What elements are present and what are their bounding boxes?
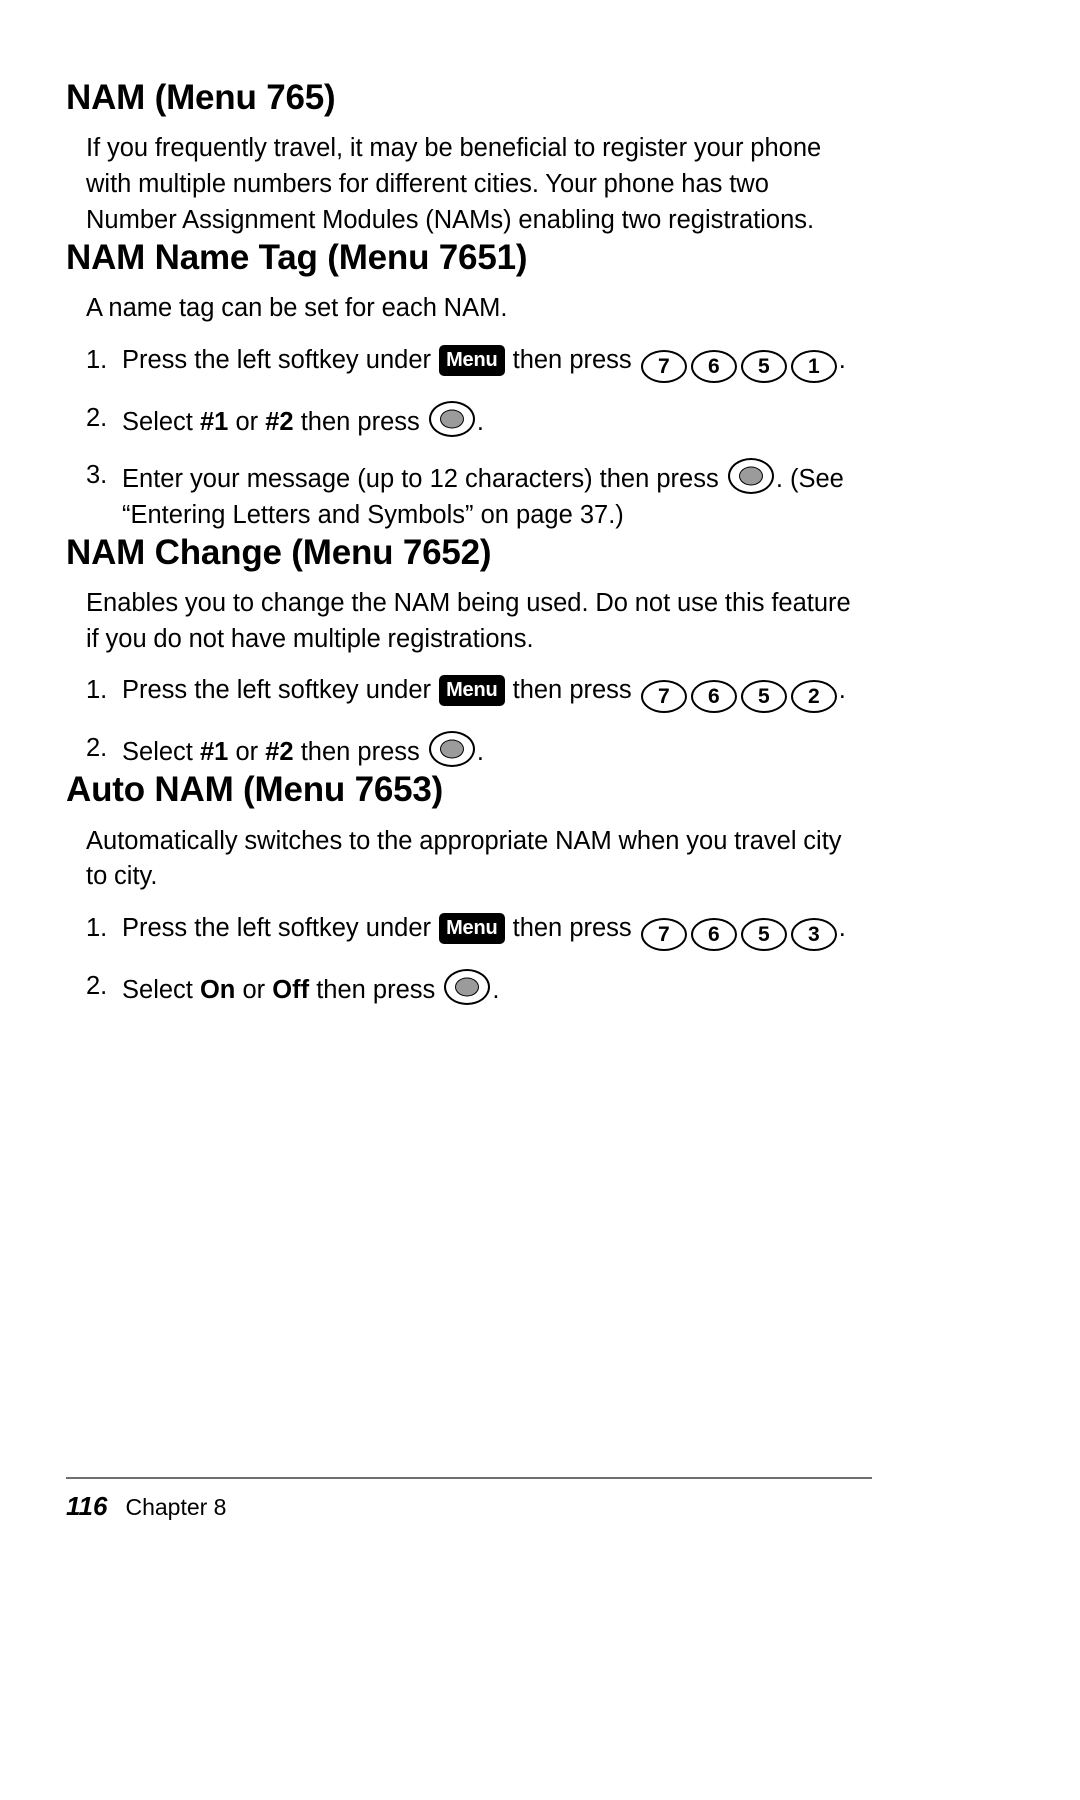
list-item: 1. Press the left softkey under Menu the…	[66, 343, 866, 384]
step-conjunction: or	[242, 976, 266, 1004]
step-number: 2.	[86, 734, 108, 763]
step-text-post: .	[492, 976, 500, 1004]
keypad-key-icon: 7	[640, 918, 687, 951]
step-text-pre: Press the left softkey under	[122, 346, 431, 375]
step-text-continued: “Entering Letters and Symbols” on page 3…	[122, 500, 624, 529]
step-text-mid: then press	[512, 914, 632, 942]
list-item: 1. Press the left softkey under Menu the…	[66, 673, 866, 714]
step-text-pre: Press the left softkey under	[122, 676, 431, 705]
section-heading-nam-name-tag: NAM Name Tag (Menu 7651)	[66, 238, 528, 278]
step-option-1: #1	[199, 408, 229, 437]
chapter-label: Chapter 8	[125, 1494, 227, 1520]
steps-list-nam-change: 1. Press the left softkey under Menu the…	[66, 673, 866, 770]
section-intro-auto-nam: Automatically switches to the appropriat…	[86, 826, 842, 891]
step-text-post: . (See	[775, 465, 844, 494]
keypad-key-icon: 7	[640, 350, 687, 384]
keypad-key-icon: 5	[740, 680, 787, 714]
menu-softkey-badge-icon: Menu	[439, 913, 505, 944]
keypad-key-icon: 5	[740, 918, 787, 951]
step-option-2: #2	[265, 738, 294, 767]
step-number: 2.	[86, 404, 108, 433]
step-number: 3.	[86, 461, 108, 490]
footer-divider	[66, 1477, 872, 1479]
step-text-pre: Select	[122, 976, 193, 1004]
step-option-1: On	[199, 976, 236, 1004]
step-text-pre: Enter your message (up to 12 characters)…	[122, 465, 719, 494]
step-text-mid: then press	[300, 738, 420, 767]
section-heading-nam: NAM (Menu 765)	[66, 78, 336, 117]
keypad-key-icon: 5	[740, 350, 787, 384]
keypad-key-icon: 6	[690, 680, 737, 714]
step-text-mid: then press	[512, 346, 632, 375]
step-number: 1.	[86, 914, 108, 942]
ok-select-key-icon	[727, 458, 774, 495]
menu-softkey-badge-icon: Menu	[439, 345, 505, 377]
step-text-post: .	[838, 914, 846, 942]
step-number: 1.	[86, 676, 108, 705]
step-text: Select #1 or #2 then press .	[122, 731, 866, 770]
keypad-key-icon: 6	[690, 918, 737, 951]
step-number: 2.	[86, 972, 108, 1000]
keypad-key-icon: 7	[640, 680, 687, 714]
step-option-2: #2	[265, 408, 294, 437]
keypad-key-icon: 1	[790, 350, 837, 384]
step-text: Press the left softkey under Menu then p…	[122, 343, 866, 384]
step-text-mid: then press	[316, 976, 436, 1004]
ok-select-key-icon	[428, 401, 475, 438]
document-page: NAM (Menu 765) If you frequently travel,…	[0, 0, 1080, 1800]
section-heading-nam-change: NAM Change (Menu 7652)	[66, 532, 492, 572]
section-intro-nam: If you frequently travel, it may be bene…	[86, 134, 822, 234]
ok-select-key-icon	[444, 969, 491, 1005]
list-item: 1. Press the left softkey under Menu the…	[66, 911, 866, 951]
menu-softkey-badge-icon: Menu	[439, 675, 505, 707]
step-text-pre: Press the left softkey under	[122, 914, 431, 942]
list-item: 2. Select #1 or #2 then press .	[66, 401, 866, 440]
footer-line: 116 Chapter 8	[66, 1491, 872, 1522]
steps-list-nam-name-tag: 1. Press the left softkey under Menu the…	[66, 343, 866, 533]
list-item: 3. Enter your message (up to 12 characte…	[66, 458, 866, 532]
step-option-2: Off	[272, 976, 310, 1004]
keypad-key-icon: 3	[790, 918, 837, 951]
step-text-pre: Select	[122, 738, 193, 767]
page-content: NAM (Menu 765) If you frequently travel,…	[66, 78, 866, 1008]
step-text-pre: Select	[122, 408, 193, 437]
step-text: Select On or Off then press .	[122, 969, 866, 1008]
step-text: Press the left softkey under Menu then p…	[122, 911, 866, 951]
step-conjunction: or	[235, 738, 259, 767]
step-text-mid: then press	[300, 408, 420, 437]
keypad-key-icon: 2	[790, 680, 837, 714]
step-text-mid: then press	[512, 676, 632, 705]
step-text: Press the left softkey under Menu then p…	[122, 673, 866, 714]
step-text: Enter your message (up to 12 characters)…	[122, 458, 866, 532]
step-number: 1.	[86, 346, 108, 375]
section-heading-auto-nam: Auto NAM (Menu 7653)	[66, 770, 444, 810]
steps-list-auto-nam: 1. Press the left softkey under Menu the…	[66, 911, 866, 1008]
list-item: 2. Select #1 or #2 then press .	[66, 731, 866, 770]
step-conjunction: or	[235, 408, 259, 437]
step-option-1: #1	[199, 738, 229, 767]
page-footer: 116 Chapter 8	[66, 1477, 872, 1522]
step-text: Select #1 or #2 then press .	[122, 401, 866, 440]
step-text-post: .	[476, 738, 484, 767]
step-text-post: .	[476, 408, 484, 437]
section-intro-nam-name-tag: A name tag can be set for each NAM.	[86, 294, 508, 323]
step-text-post: .	[838, 676, 846, 705]
ok-select-key-icon	[428, 731, 475, 768]
page-number: 116	[66, 1491, 108, 1521]
keypad-key-icon: 6	[690, 350, 737, 384]
list-item: 2. Select On or Off then press .	[66, 969, 866, 1008]
section-intro-nam-change: Enables you to change the NAM being used…	[86, 588, 851, 653]
step-text-post: .	[838, 346, 846, 375]
